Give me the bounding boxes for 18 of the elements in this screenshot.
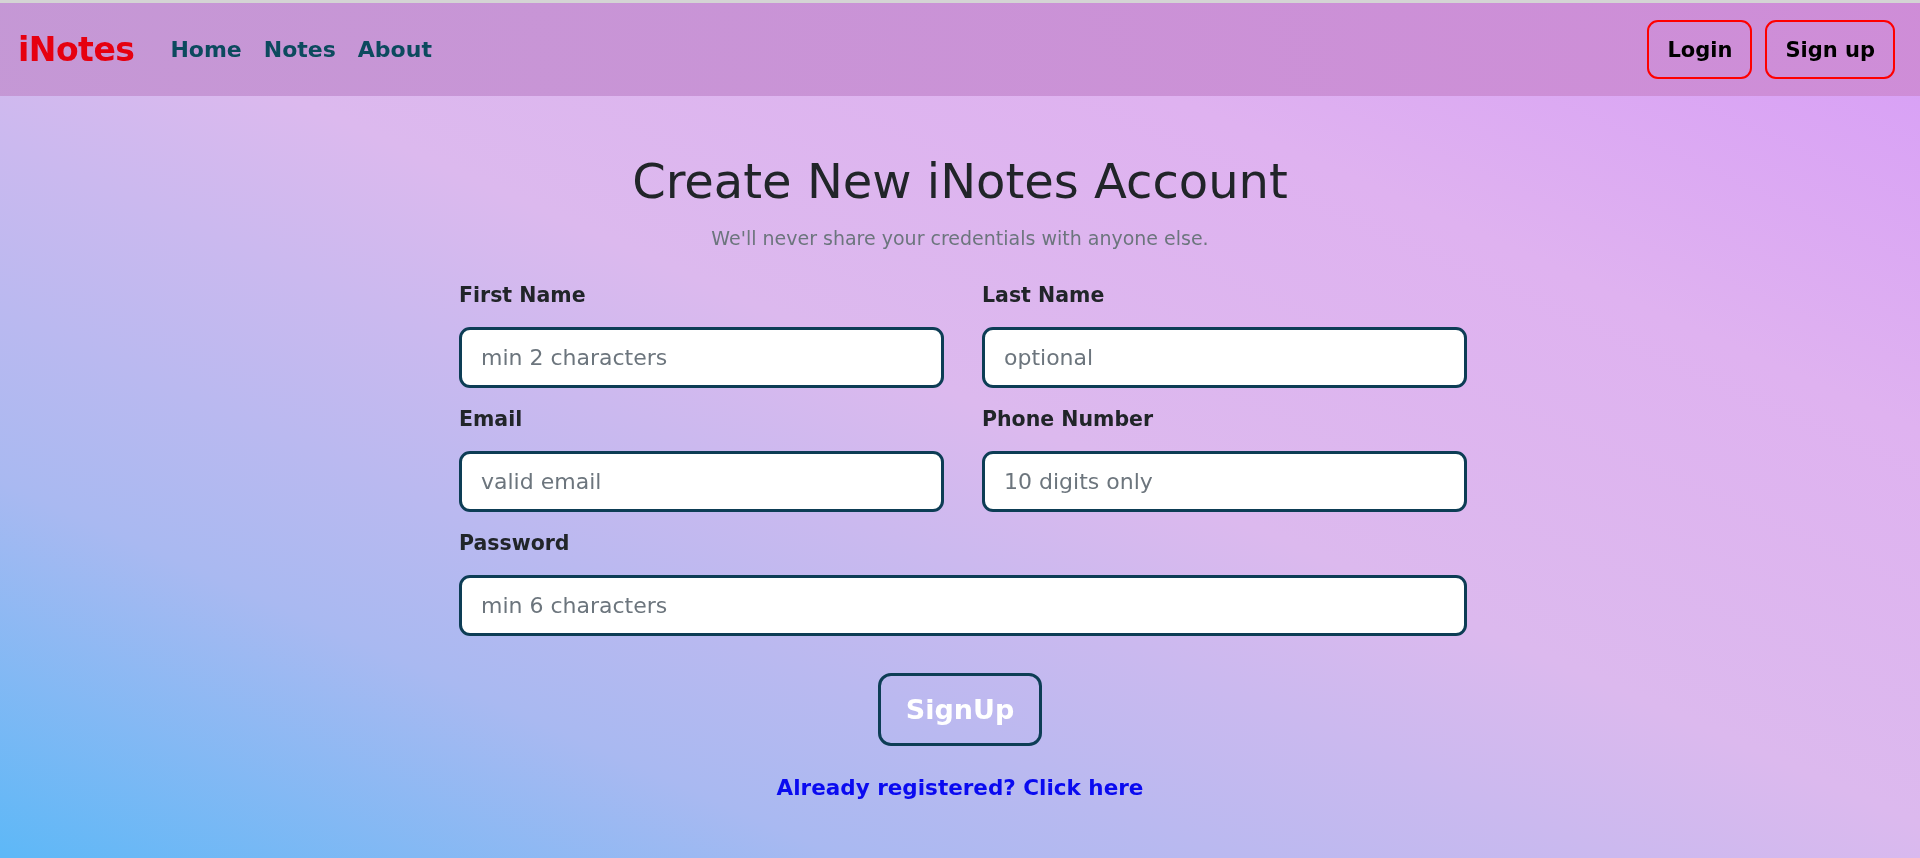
- field-label: Last Name: [982, 282, 1105, 309]
- input-field[interactable]: 10 digits only: [982, 451, 1467, 512]
- login-link[interactable]: Already registered? Click here: [776, 771, 1144, 804]
- field-label: First Name: [459, 282, 586, 309]
- page-title: Create New iNotes Account: [632, 154, 1288, 209]
- input-field[interactable]: valid email: [459, 451, 944, 512]
- input-field[interactable]: min 6 characters: [459, 575, 1467, 636]
- nav-link[interactable]: Notes: [263, 37, 336, 62]
- field-label: Email: [459, 406, 523, 433]
- input-field[interactable]: optional: [982, 327, 1467, 388]
- nav-login-button[interactable]: Login: [1647, 20, 1753, 79]
- nav-link[interactable]: Home: [170, 37, 242, 62]
- nav-link[interactable]: About: [357, 37, 432, 62]
- subtitle: We'll never share your credentials with anyone else.: [711, 226, 1209, 251]
- nav-register-button[interactable]: Sign up: [1765, 20, 1895, 79]
- field-label: Password: [459, 530, 570, 557]
- field-label: Phone Number: [982, 406, 1154, 433]
- input-field[interactable]: min 2 characters: [459, 327, 944, 388]
